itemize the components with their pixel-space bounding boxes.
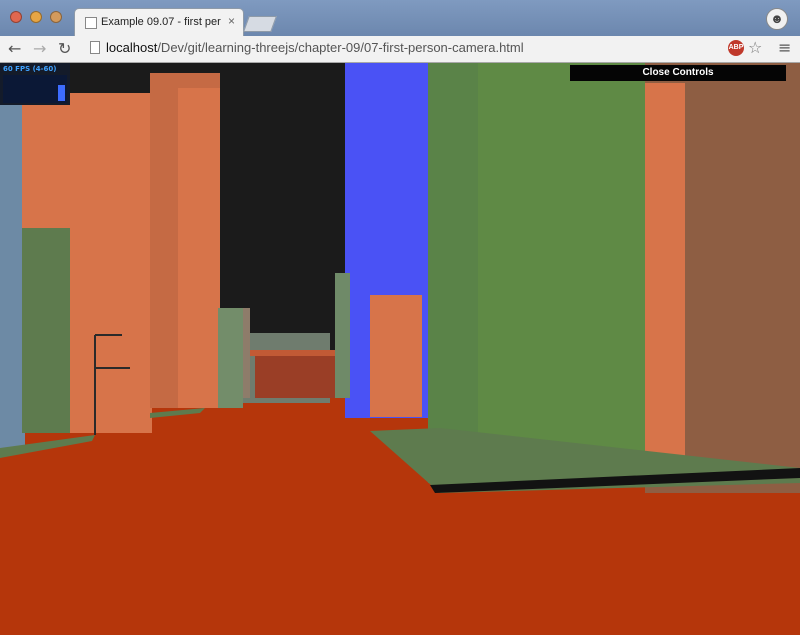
browser-toolbar: ← → ↻ localhost/Dev/git/learning-threejs… [0,36,800,63]
city-scene [0,63,800,635]
fps-bar [58,85,65,101]
address-bar[interactable]: localhost/Dev/git/learning-threejs/chapt… [84,38,724,58]
url-host: localhost [106,40,158,55]
tab-close-icon[interactable]: × [228,14,235,28]
far-bridge [250,350,340,356]
left-building-green [22,228,70,433]
left-building-blue [0,103,25,453]
adblock-icon[interactable]: ABP [728,40,744,56]
back-icon[interactable]: ← [8,39,21,58]
browser-tab[interactable]: Example 09.07 - first per × [74,8,244,36]
menu-icon[interactable]: ≡ [778,38,791,57]
close-window-button[interactable] [10,11,22,23]
title-bar: Example 09.07 - first per × ☻ [0,0,800,36]
fps-label: 60 FPS (4-60) [3,65,57,73]
bookmark-star-icon[interactable]: ☆ [748,38,762,57]
tab-title: Example 09.07 - first per [101,16,221,28]
webgl-viewport[interactable]: 60 FPS (4-60) Close Controls [0,63,800,635]
page-icon [90,41,100,54]
right-building-orange-small [370,295,422,417]
left-building-small [218,308,243,408]
right-building-green-2 [478,63,650,463]
left-building-orange-3 [178,88,220,408]
right-building-green-small [335,273,350,398]
minimize-window-button[interactable] [30,11,42,23]
url-text[interactable]: localhost/Dev/git/learning-threejs/chapt… [106,40,524,55]
incognito-avatar-icon[interactable]: ☻ [766,8,788,30]
stats-panel[interactable]: 60 FPS (4-60) [0,63,70,105]
close-controls-button[interactable]: Close Controls [570,65,786,81]
url-path: /Dev/git/learning-threejs/chapter-09/07-… [157,40,524,55]
page-favicon-icon [85,17,97,29]
far-building-red [255,353,335,398]
new-tab-button[interactable] [243,16,277,32]
fps-graph [3,75,67,103]
right-building-orange [645,83,685,473]
reload-icon[interactable]: ↻ [58,39,71,58]
forward-icon[interactable]: → [33,39,46,58]
zoom-window-button[interactable] [50,11,62,23]
